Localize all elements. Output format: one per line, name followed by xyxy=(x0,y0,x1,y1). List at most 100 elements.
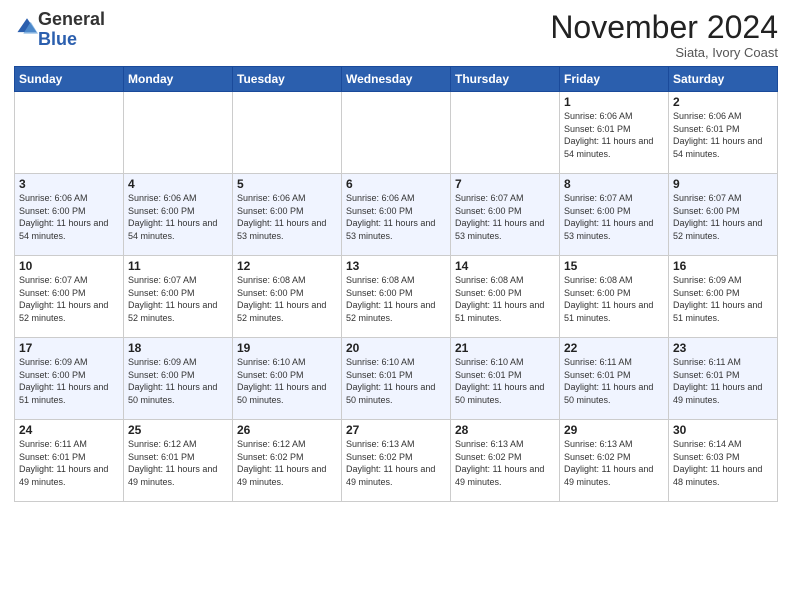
month-title: November 2024 xyxy=(550,10,778,45)
day-number: 25 xyxy=(128,423,228,437)
day-info: Sunrise: 6:13 AMSunset: 6:02 PMDaylight:… xyxy=(564,439,653,487)
day-number: 30 xyxy=(673,423,773,437)
day-info: Sunrise: 6:06 AMSunset: 6:00 PMDaylight:… xyxy=(128,193,217,241)
day-number: 11 xyxy=(128,259,228,273)
calendar-cell-w0-d1 xyxy=(124,92,233,174)
calendar-cell-w3-d0: 17 Sunrise: 6:09 AMSunset: 6:00 PMDaylig… xyxy=(15,338,124,420)
day-number: 6 xyxy=(346,177,446,191)
calendar-cell-w1-d6: 9 Sunrise: 6:07 AMSunset: 6:00 PMDayligh… xyxy=(669,174,778,256)
day-info: Sunrise: 6:09 AMSunset: 6:00 PMDaylight:… xyxy=(19,357,108,405)
calendar-cell-w2-d4: 14 Sunrise: 6:08 AMSunset: 6:00 PMDaylig… xyxy=(451,256,560,338)
week-row-3: 17 Sunrise: 6:09 AMSunset: 6:00 PMDaylig… xyxy=(15,338,778,420)
calendar-cell-w0-d2 xyxy=(233,92,342,174)
day-info: Sunrise: 6:08 AMSunset: 6:00 PMDaylight:… xyxy=(346,275,435,323)
day-number: 17 xyxy=(19,341,119,355)
day-info: Sunrise: 6:09 AMSunset: 6:00 PMDaylight:… xyxy=(673,275,762,323)
day-number: 29 xyxy=(564,423,664,437)
calendar-cell-w3-d6: 23 Sunrise: 6:11 AMSunset: 6:01 PMDaylig… xyxy=(669,338,778,420)
calendar-cell-w0-d5: 1 Sunrise: 6:06 AMSunset: 6:01 PMDayligh… xyxy=(560,92,669,174)
header-thursday: Thursday xyxy=(451,67,560,92)
day-info: Sunrise: 6:07 AMSunset: 6:00 PMDaylight:… xyxy=(455,193,544,241)
calendar-cell-w3-d3: 20 Sunrise: 6:10 AMSunset: 6:01 PMDaylig… xyxy=(342,338,451,420)
day-info: Sunrise: 6:07 AMSunset: 6:00 PMDaylight:… xyxy=(128,275,217,323)
title-block: November 2024 Siata, Ivory Coast xyxy=(550,10,778,60)
week-row-2: 10 Sunrise: 6:07 AMSunset: 6:00 PMDaylig… xyxy=(15,256,778,338)
calendar-cell-w2-d0: 10 Sunrise: 6:07 AMSunset: 6:00 PMDaylig… xyxy=(15,256,124,338)
day-info: Sunrise: 6:07 AMSunset: 6:00 PMDaylight:… xyxy=(19,275,108,323)
calendar-cell-w3-d2: 19 Sunrise: 6:10 AMSunset: 6:00 PMDaylig… xyxy=(233,338,342,420)
calendar-cell-w4-d4: 28 Sunrise: 6:13 AMSunset: 6:02 PMDaylig… xyxy=(451,420,560,502)
day-info: Sunrise: 6:08 AMSunset: 6:00 PMDaylight:… xyxy=(237,275,326,323)
day-number: 16 xyxy=(673,259,773,273)
header-sunday: Sunday xyxy=(15,67,124,92)
day-info: Sunrise: 6:10 AMSunset: 6:01 PMDaylight:… xyxy=(346,357,435,405)
calendar-cell-w4-d5: 29 Sunrise: 6:13 AMSunset: 6:02 PMDaylig… xyxy=(560,420,669,502)
day-number: 22 xyxy=(564,341,664,355)
day-number: 24 xyxy=(19,423,119,437)
calendar-cell-w3-d4: 21 Sunrise: 6:10 AMSunset: 6:01 PMDaylig… xyxy=(451,338,560,420)
calendar-cell-w2-d1: 11 Sunrise: 6:07 AMSunset: 6:00 PMDaylig… xyxy=(124,256,233,338)
day-number: 19 xyxy=(237,341,337,355)
calendar-cell-w2-d6: 16 Sunrise: 6:09 AMSunset: 6:00 PMDaylig… xyxy=(669,256,778,338)
calendar-cell-w1-d1: 4 Sunrise: 6:06 AMSunset: 6:00 PMDayligh… xyxy=(124,174,233,256)
logo-blue-text: Blue xyxy=(38,29,77,49)
day-info: Sunrise: 6:09 AMSunset: 6:00 PMDaylight:… xyxy=(128,357,217,405)
calendar-cell-w4-d2: 26 Sunrise: 6:12 AMSunset: 6:02 PMDaylig… xyxy=(233,420,342,502)
day-number: 23 xyxy=(673,341,773,355)
day-number: 2 xyxy=(673,95,773,109)
day-number: 3 xyxy=(19,177,119,191)
calendar-page: General Blue November 2024 Siata, Ivory … xyxy=(0,0,792,508)
day-info: Sunrise: 6:06 AMSunset: 6:01 PMDaylight:… xyxy=(673,111,762,159)
day-info: Sunrise: 6:07 AMSunset: 6:00 PMDaylight:… xyxy=(673,193,762,241)
day-number: 14 xyxy=(455,259,555,273)
calendar-cell-w3-d1: 18 Sunrise: 6:09 AMSunset: 6:00 PMDaylig… xyxy=(124,338,233,420)
day-number: 13 xyxy=(346,259,446,273)
day-number: 10 xyxy=(19,259,119,273)
day-number: 15 xyxy=(564,259,664,273)
day-number: 5 xyxy=(237,177,337,191)
calendar-cell-w1-d5: 8 Sunrise: 6:07 AMSunset: 6:00 PMDayligh… xyxy=(560,174,669,256)
day-number: 26 xyxy=(237,423,337,437)
day-number: 7 xyxy=(455,177,555,191)
logo-icon xyxy=(16,16,38,38)
day-info: Sunrise: 6:10 AMSunset: 6:01 PMDaylight:… xyxy=(455,357,544,405)
week-row-1: 3 Sunrise: 6:06 AMSunset: 6:00 PMDayligh… xyxy=(15,174,778,256)
calendar-cell-w1-d4: 7 Sunrise: 6:07 AMSunset: 6:00 PMDayligh… xyxy=(451,174,560,256)
calendar-cell-w1-d3: 6 Sunrise: 6:06 AMSunset: 6:00 PMDayligh… xyxy=(342,174,451,256)
calendar-cell-w4-d6: 30 Sunrise: 6:14 AMSunset: 6:03 PMDaylig… xyxy=(669,420,778,502)
day-info: Sunrise: 6:13 AMSunset: 6:02 PMDaylight:… xyxy=(455,439,544,487)
day-info: Sunrise: 6:11 AMSunset: 6:01 PMDaylight:… xyxy=(673,357,762,405)
day-info: Sunrise: 6:13 AMSunset: 6:02 PMDaylight:… xyxy=(346,439,435,487)
header-tuesday: Tuesday xyxy=(233,67,342,92)
logo: General Blue xyxy=(14,10,105,50)
header-friday: Friday xyxy=(560,67,669,92)
week-row-0: 1 Sunrise: 6:06 AMSunset: 6:01 PMDayligh… xyxy=(15,92,778,174)
header-wednesday: Wednesday xyxy=(342,67,451,92)
day-info: Sunrise: 6:10 AMSunset: 6:00 PMDaylight:… xyxy=(237,357,326,405)
day-number: 1 xyxy=(564,95,664,109)
day-info: Sunrise: 6:14 AMSunset: 6:03 PMDaylight:… xyxy=(673,439,762,487)
day-info: Sunrise: 6:11 AMSunset: 6:01 PMDaylight:… xyxy=(564,357,653,405)
calendar-cell-w4-d0: 24 Sunrise: 6:11 AMSunset: 6:01 PMDaylig… xyxy=(15,420,124,502)
header-monday: Monday xyxy=(124,67,233,92)
day-number: 27 xyxy=(346,423,446,437)
logo-general-text: General xyxy=(38,9,105,29)
calendar-cell-w2-d5: 15 Sunrise: 6:08 AMSunset: 6:00 PMDaylig… xyxy=(560,256,669,338)
day-number: 20 xyxy=(346,341,446,355)
day-number: 4 xyxy=(128,177,228,191)
calendar-cell-w2-d2: 12 Sunrise: 6:08 AMSunset: 6:00 PMDaylig… xyxy=(233,256,342,338)
day-number: 18 xyxy=(128,341,228,355)
header-saturday: Saturday xyxy=(669,67,778,92)
day-info: Sunrise: 6:12 AMSunset: 6:01 PMDaylight:… xyxy=(128,439,217,487)
calendar-cell-w0-d4 xyxy=(451,92,560,174)
day-number: 28 xyxy=(455,423,555,437)
calendar-cell-w4-d1: 25 Sunrise: 6:12 AMSunset: 6:01 PMDaylig… xyxy=(124,420,233,502)
day-info: Sunrise: 6:06 AMSunset: 6:01 PMDaylight:… xyxy=(564,111,653,159)
header: General Blue November 2024 Siata, Ivory … xyxy=(14,10,778,60)
weekday-header-row: Sunday Monday Tuesday Wednesday Thursday… xyxy=(15,67,778,92)
week-row-4: 24 Sunrise: 6:11 AMSunset: 6:01 PMDaylig… xyxy=(15,420,778,502)
location: Siata, Ivory Coast xyxy=(550,45,778,60)
day-number: 21 xyxy=(455,341,555,355)
calendar-cell-w1-d2: 5 Sunrise: 6:06 AMSunset: 6:00 PMDayligh… xyxy=(233,174,342,256)
day-info: Sunrise: 6:12 AMSunset: 6:02 PMDaylight:… xyxy=(237,439,326,487)
